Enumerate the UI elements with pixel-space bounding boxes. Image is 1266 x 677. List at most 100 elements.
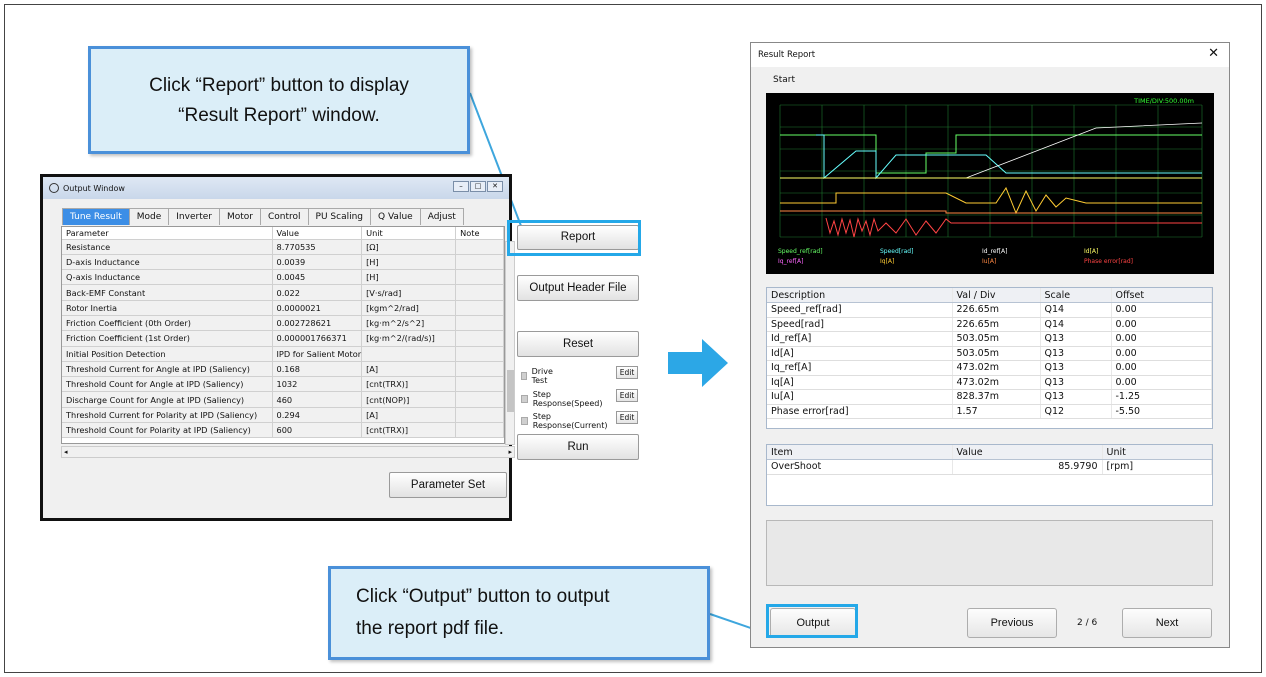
scroll-left-icon[interactable]: ◂ (64, 448, 68, 456)
vertical-scrollbar[interactable] (505, 241, 515, 445)
cell: D-axis Inductance (62, 254, 273, 271)
cell: [V·s/rad] (361, 284, 457, 301)
cell: 503.05m (952, 346, 1041, 361)
table-row[interactable]: Speed_ref[rad] 226.65m Q14 0.00 (767, 302, 1212, 318)
tab-tune-result[interactable]: Tune Result (62, 208, 130, 225)
tab-inverter[interactable]: Inverter (168, 208, 220, 225)
column-header-val-div: Val / Div (952, 288, 1041, 303)
tab-q-value[interactable]: Q Value (370, 208, 421, 225)
table-row[interactable]: D-axis Inductance 0.0039 [H] (62, 254, 504, 271)
table-row[interactable]: Resistance 8.770535 [Ω] (62, 239, 504, 255)
cell: Id_ref[A] (767, 331, 953, 347)
cell (361, 346, 457, 362)
table-row[interactable]: Threshold Current for Angle at IPD (Sali… (62, 361, 504, 378)
cell: 0.00 (1111, 360, 1212, 376)
cell: [H] (361, 269, 457, 286)
cell: -1.25 (1111, 389, 1212, 405)
output-callout-line1: Click “Output” button to output (356, 586, 610, 607)
table-row[interactable]: Phase error[rad] 1.57 Q12 -5.50 (767, 404, 1212, 419)
cell (455, 239, 504, 255)
table-row[interactable]: Iq[A] 473.02m Q13 0.00 (767, 375, 1212, 390)
table-row[interactable]: Iq_ref[A] 473.02m Q13 0.00 (767, 360, 1212, 376)
table-row[interactable]: Id[A] 503.05m Q13 0.00 (767, 346, 1212, 361)
drive-test-label: Drive Test (531, 367, 553, 385)
tab-mode[interactable]: Mode (128, 208, 170, 225)
legend-speed-ref: Speed_ref[rad] (778, 248, 823, 255)
cell: Phase error[rad] (767, 404, 953, 419)
cell: Q13 (1040, 346, 1112, 361)
reset-button[interactable]: Reset (517, 331, 639, 357)
previous-button[interactable]: Previous (967, 608, 1057, 638)
table-row[interactable]: Threshold Count for Angle at IPD (Salien… (62, 376, 504, 393)
table-row[interactable]: Back-EMF Constant 0.022 [V·s/rad] (62, 284, 504, 301)
step-response-speed-edit-button[interactable]: Edit (616, 389, 638, 402)
tab-control[interactable]: Control (260, 208, 309, 225)
parameter-set-button[interactable]: Parameter Set (389, 472, 507, 498)
cell (455, 330, 504, 347)
parameter-table: Parameter Value Unit Note Resistance 8.77… (62, 227, 504, 439)
scroll-right-icon[interactable]: ▸ (508, 448, 512, 456)
run-button[interactable]: Run (517, 434, 639, 460)
cell (455, 269, 504, 286)
cell: 1032 (272, 376, 363, 393)
table-row[interactable]: Initial Position Detection IPD for Salien… (62, 346, 504, 362)
cell (455, 254, 504, 271)
minimize-icon[interactable]: – (453, 181, 469, 192)
drive-test-edit-button[interactable]: Edit (616, 366, 638, 379)
cell (455, 284, 504, 301)
table-row[interactable]: Speed[rad] 226.65m Q14 0.00 (767, 317, 1212, 332)
table-row[interactable]: Iu[A] 828.37m Q13 -1.25 (767, 389, 1212, 405)
next-button[interactable]: Next (1122, 608, 1212, 638)
table-row[interactable]: Rotor Inertia 0.0000021 [kgm^2/rad] (62, 300, 504, 316)
table-row[interactable]: Id_ref[A] 503.05m Q13 0.00 (767, 331, 1212, 347)
cell: Iu[A] (767, 389, 953, 405)
horizontal-scrollbar[interactable]: ◂ ▸ (61, 446, 515, 458)
table-row[interactable]: Friction Coefficient (0th Order) 0.002728… (62, 315, 504, 332)
cell: 8.770535 (272, 239, 363, 255)
table-row[interactable]: Threshold Current for Polarity at IPD (S… (62, 407, 504, 424)
table-row[interactable]: Discharge Count for Angle at IPD (Salien… (62, 391, 504, 408)
cell: 1.57 (952, 404, 1041, 419)
cell: 0.168 (272, 361, 363, 378)
close-icon[interactable]: ✕ (487, 181, 503, 192)
cell (455, 407, 504, 424)
drive-test-checkbox[interactable]: Drive Test (521, 367, 555, 385)
cell: Threshold Current for Angle at IPD (Sali… (62, 361, 273, 378)
cell: 0.294 (272, 407, 363, 424)
table-row[interactable]: OverShoot 85.9790 [rpm] (767, 459, 1212, 475)
output-header-file-button[interactable]: Output Header File (517, 275, 639, 301)
page-indicator: 2 / 6 (1077, 618, 1098, 628)
maximize-icon[interactable]: □ (470, 181, 486, 192)
tab-pu-scaling[interactable]: PU Scaling (307, 208, 372, 225)
table-row[interactable]: Threshold Count for Polarity at IPD (Sal… (62, 422, 504, 439)
description-table: Description Val / Div Scale Offset Speed… (767, 288, 1212, 419)
iu-trace (780, 210, 1202, 214)
cell: Threshold Count for Angle at IPD (Salien… (62, 376, 273, 393)
step-response-current-checkbox[interactable]: Step Response(Current) (521, 412, 609, 430)
cell: Q13 (1040, 360, 1112, 376)
tab-bar: Tune Result Mode Inverter Motor Control … (62, 208, 464, 225)
legend-iq-ref: Iq_ref[A] (778, 258, 804, 265)
scope-traces (779, 104, 1203, 238)
column-header-parameter: Parameter (62, 227, 273, 240)
cell: Initial Position Detection (62, 346, 273, 362)
legend-phase-error: Phase error[rad] (1084, 258, 1133, 265)
legend-id-ref: Id_ref[A] (982, 248, 1008, 255)
table-row[interactable]: Q-axis Inductance 0.0045 [H] (62, 269, 504, 286)
cell: 0.00 (1111, 317, 1212, 332)
table-row[interactable]: Friction Coefficient (1st Order) 0.000001… (62, 330, 504, 347)
close-icon[interactable]: ✕ (1208, 46, 1219, 61)
scroll-thumb[interactable] (507, 370, 514, 412)
step-response-speed-checkbox[interactable]: Step Response(Speed) (521, 390, 604, 408)
tab-adjust[interactable]: Adjust (419, 208, 464, 225)
cell: Speed_ref[rad] (767, 302, 953, 318)
tab-motor[interactable]: Motor (218, 208, 261, 225)
speed-trace (816, 134, 1202, 180)
cell: 503.05m (952, 331, 1041, 347)
cell: Q13 (1040, 331, 1112, 347)
tune-result-grid: Parameter Value Unit Note Resistance 8.77… (60, 226, 515, 461)
step-response-current-edit-button[interactable]: Edit (616, 411, 638, 424)
column-header-offset: Offset (1111, 288, 1212, 303)
report-callout-line2: “Result Report” window. (178, 105, 380, 126)
column-header-description: Description (767, 288, 953, 303)
